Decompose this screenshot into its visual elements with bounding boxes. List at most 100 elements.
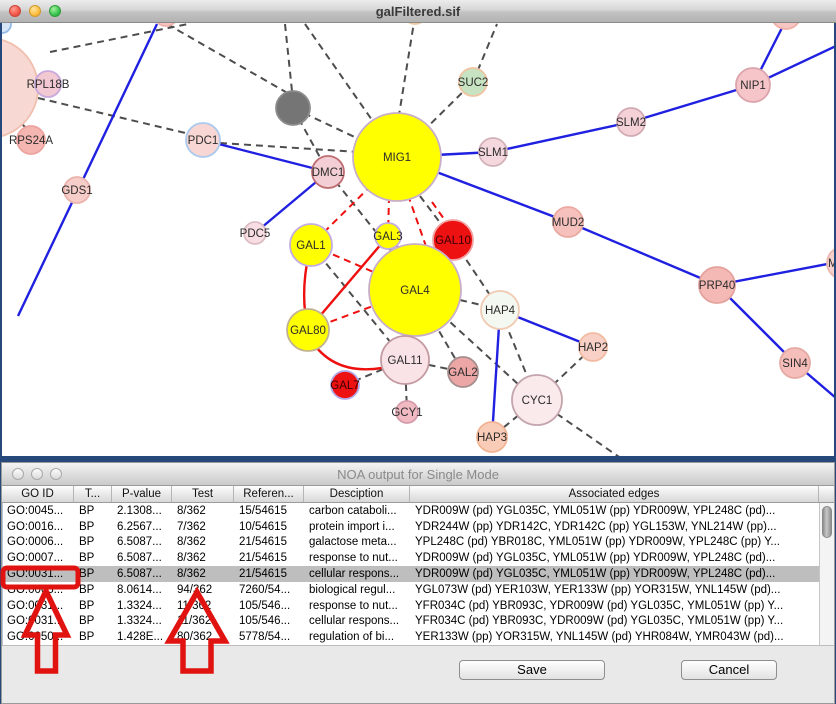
cell: BP	[75, 600, 113, 612]
cell: 21/54615	[235, 536, 305, 548]
canvas-background	[2, 0, 834, 456]
node-label-RPL18B: RPL18B	[27, 79, 70, 91]
node-label-GAL3: GAL3	[373, 231, 402, 243]
cell: carbon cataboli...	[305, 505, 411, 517]
cell: BP	[75, 615, 113, 627]
cell: 80/362	[173, 631, 235, 643]
cell: 105/546...	[235, 615, 305, 627]
network-window-title: galFiltered.sif	[0, 4, 836, 19]
cell: 8/362	[173, 536, 235, 548]
table-row[interactable]: GO:0007...BP6.5087...8/36221/54615respon…	[3, 550, 834, 566]
node-label-NIP1: NIP1	[740, 80, 766, 92]
column-header-desciption[interactable]: Desciption	[304, 486, 410, 502]
cell: 6.2567...	[113, 521, 173, 533]
cell: YER133W (pp) YOR315W, YNL145W (pd) YHR08…	[411, 631, 820, 643]
cell: GO:0050...	[3, 631, 75, 643]
cell: BP	[75, 584, 113, 596]
column-header-referen-[interactable]: Referen...	[234, 486, 304, 502]
node-label-HAP2: HAP2	[578, 342, 608, 354]
cell: 8/362	[173, 552, 235, 564]
node-label-HAP4: HAP4	[485, 305, 516, 317]
table-row[interactable]: GO:0031...BP1.3324...11/362105/546...res…	[3, 598, 834, 614]
node-label-MIG1: MIG1	[383, 152, 411, 164]
table-row[interactable]: GO:0050...BP1.428E...80/3625778/54...reg…	[3, 629, 834, 645]
minimize-button[interactable]	[29, 5, 41, 17]
cell: YDR009W (pd) YGL035C, YML051W (pp) YDR00…	[411, 552, 820, 564]
zoom-button-inactive[interactable]	[50, 468, 62, 480]
column-header-t-[interactable]: T...	[74, 486, 112, 502]
noa-window-titlebar[interactable]: NOA output for Single Mode	[2, 463, 834, 486]
cell: 10/54615	[235, 521, 305, 533]
cell: YDR244W (pp) YDR142C, YDR142C (pp) YGL15…	[411, 521, 820, 533]
node-label-SUC2: SUC2	[458, 77, 489, 89]
cell: GO:0016...	[3, 521, 75, 533]
minimize-button-inactive[interactable]	[31, 468, 43, 480]
header-scrollbar-spacer	[819, 486, 834, 502]
cell: 94/362	[173, 584, 235, 596]
node-label-SIN4: SIN4	[782, 358, 808, 370]
cell: cellular respons...	[305, 568, 411, 580]
node-label-PRP40: PRP40	[699, 280, 735, 292]
node-gray-node[interactable]	[276, 91, 310, 125]
column-header-p-value[interactable]: P-value	[112, 486, 172, 502]
cell: 8.0614...	[113, 584, 173, 596]
table-row[interactable]: GO:0031...BP6.5087...8/36221/54615cellul…	[3, 566, 834, 582]
cancel-button[interactable]: Cancel	[681, 660, 777, 680]
cell: 7/362	[173, 521, 235, 533]
cell: BP	[75, 568, 113, 580]
table-row[interactable]: GO:0031...BP1.3324...11/362105/546...cel…	[3, 613, 834, 629]
noa-window-title: NOA output for Single Mode	[2, 467, 834, 482]
column-header-go-id[interactable]: GO ID	[2, 486, 74, 502]
cell: cellular respons...	[305, 615, 411, 627]
node-label-PDC1: PDC1	[188, 135, 219, 147]
cell: YDR009W (pd) YGL035C, YML051W (pp) YDR00…	[411, 568, 820, 580]
cell: 6.5087...	[113, 568, 173, 580]
table-row[interactable]: GO:0006...BP6.5087...8/36221/54615galact…	[3, 535, 834, 551]
column-header-associated-edges[interactable]: Associated edges	[410, 486, 819, 502]
cell: 15/54615	[235, 505, 305, 517]
node-label-RPS24A: RPS24A	[9, 135, 53, 147]
cell: galactose meta...	[305, 536, 411, 548]
cell: 1.3324...	[113, 615, 173, 627]
node-label-SLM1: SLM1	[478, 147, 508, 159]
cell: 11/362	[173, 600, 235, 612]
cell: protein import i...	[305, 521, 411, 533]
column-header-test[interactable]: Test	[172, 486, 234, 502]
network-window-titlebar[interactable]: galFiltered.sif	[0, 0, 836, 23]
vertical-scrollbar[interactable]	[819, 503, 834, 645]
cell: 5778/54...	[235, 631, 305, 643]
node-label-PDC5: PDC5	[240, 228, 271, 240]
cell: GO:0007...	[3, 552, 75, 564]
close-button[interactable]	[9, 5, 21, 17]
zoom-button[interactable]	[49, 5, 61, 17]
table-header-row: GO IDT...P-valueTestReferen...Desciption…	[2, 486, 834, 503]
node-label-SLM2: SLM2	[616, 117, 646, 129]
node-label-GAL4: GAL4	[400, 285, 430, 297]
network-canvas[interactable]: RPL18BRPS24AGDS1PDC1DMC1MIG1SUC2SLM1SLM2…	[0, 0, 836, 458]
cell: YFR034C (pd) YBR093C, YDR009W (pd) YGL03…	[411, 600, 820, 612]
cell: 1.3324...	[113, 600, 173, 612]
cell: YPL248C (pd) YBR018C, YML051W (pp) YDR00…	[411, 536, 820, 548]
table-row[interactable]: GO:0016...BP6.2567...7/36210/54615protei…	[3, 519, 834, 535]
close-button-inactive[interactable]	[12, 468, 24, 480]
cell: 1.428E...	[113, 631, 173, 643]
node-label-GAL11: GAL11	[388, 355, 423, 367]
table-row[interactable]: GO:0065...BP8.0614...94/3627260/54...bio…	[3, 582, 834, 598]
cell: 6.5087...	[113, 552, 173, 564]
node-label-GAL10: GAL10	[435, 235, 471, 247]
cell: 6.5087...	[113, 536, 173, 548]
cell: BP	[75, 631, 113, 643]
noa-output-window: NOA output for Single Mode GO IDT...P-va…	[1, 462, 835, 704]
cell: 8/362	[173, 568, 235, 580]
cell: regulation of bi...	[305, 631, 411, 643]
save-button[interactable]: Save	[459, 660, 605, 680]
scrollbar-thumb[interactable]	[822, 506, 832, 538]
cell: 21/54615	[235, 568, 305, 580]
table-row[interactable]: GO:0045...BP2.1308...8/36215/54615carbon…	[3, 503, 834, 519]
cell: BP	[75, 536, 113, 548]
cell: GO:0065...	[3, 584, 75, 596]
cell: BP	[75, 552, 113, 564]
cell: BP	[75, 505, 113, 517]
node-label-GDS1: GDS1	[61, 185, 92, 197]
cell: response to nut...	[305, 552, 411, 564]
